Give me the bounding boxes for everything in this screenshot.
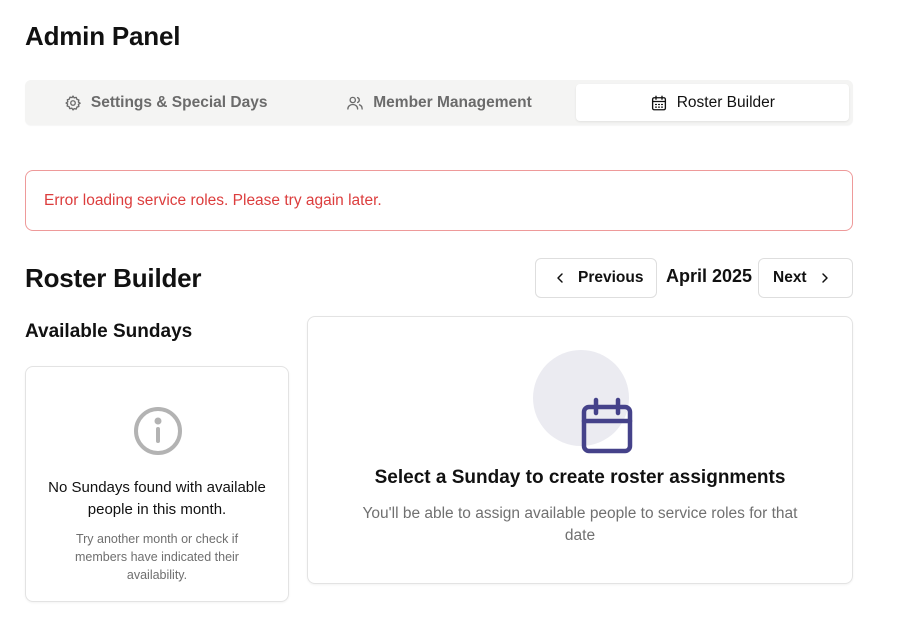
tab-members[interactable]: Member Management	[302, 84, 575, 121]
next-label: Next	[773, 269, 807, 286]
empty-sundays-message: No Sundays found with available people i…	[48, 479, 266, 518]
next-month-button[interactable]: Next	[758, 258, 853, 298]
tab-bar: Settings & Special Days Member Managemen…	[25, 80, 853, 125]
available-sundays-title: Available Sundays	[25, 321, 193, 342]
tab-settings[interactable]: Settings & Special Days	[29, 84, 302, 121]
chevron-left-icon	[557, 273, 563, 283]
assignment-prompt-title: Select a Sunday to create roster assignm…	[374, 467, 786, 488]
calendar-icon	[581, 397, 633, 454]
current-month: April 2025	[666, 266, 753, 286]
users-icon	[347, 96, 364, 110]
error-alert: Error loading service roles. Please try …	[25, 170, 853, 231]
tab-members-label: Member Management	[373, 93, 532, 111]
error-message: Error loading service roles. Please try …	[44, 191, 382, 209]
roster-builder-title: Roster Builder	[25, 263, 202, 293]
tab-settings-label: Settings & Special Days	[90, 93, 268, 111]
previous-label: Previous	[578, 269, 644, 286]
page-title: Admin Panel	[25, 21, 181, 51]
assignment-prompt-hint: You'll be able to assign available peopl…	[362, 505, 798, 544]
available-sundays-card: No Sundays found with available people i…	[25, 366, 289, 602]
tab-roster-builder[interactable]: Roster Builder	[575, 84, 849, 121]
calendar-icon	[651, 95, 666, 110]
chevron-right-icon	[821, 273, 828, 283]
gear-icon	[65, 94, 81, 111]
tab-roster-builder-label: Roster Builder	[676, 93, 775, 111]
roster-assignment-card: Select a Sunday to create roster assignm…	[307, 316, 853, 584]
info-icon	[134, 407, 182, 455]
previous-month-button[interactable]: Previous	[535, 258, 657, 298]
empty-sundays-hint: Try another month or check if members ha…	[75, 532, 239, 582]
